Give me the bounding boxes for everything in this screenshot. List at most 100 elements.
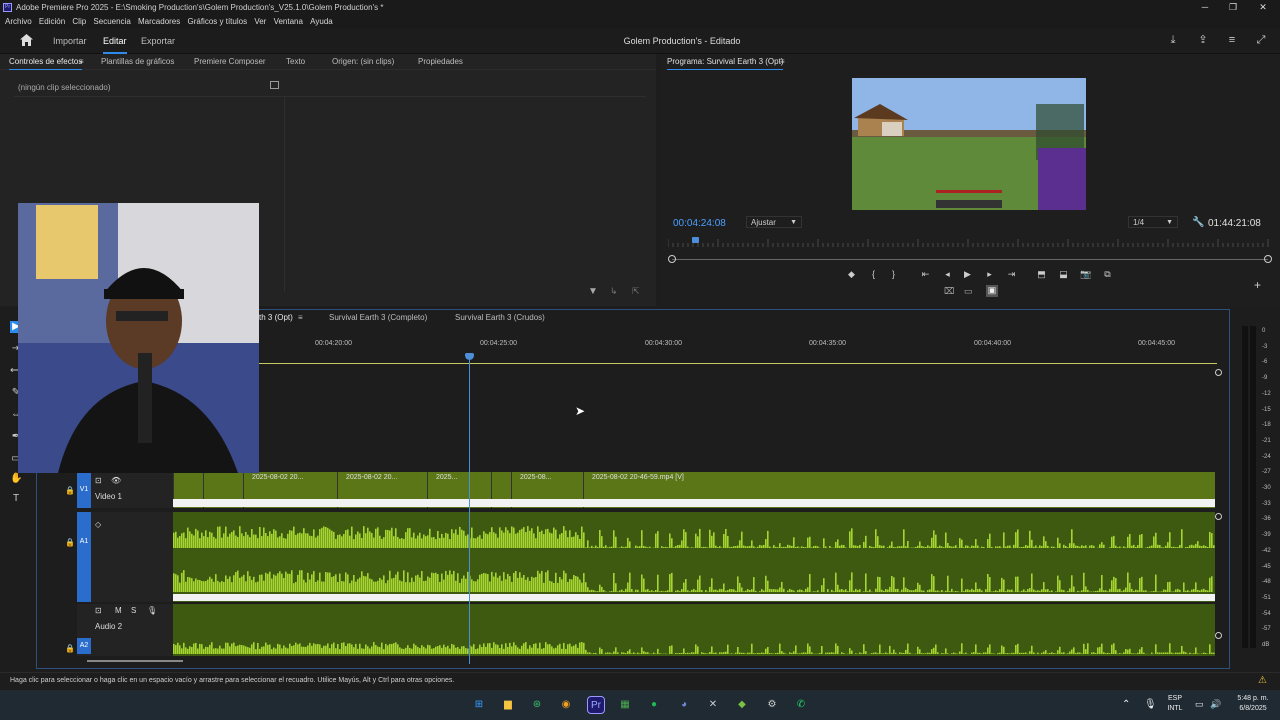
- tab-source[interactable]: Origen: (sin clips): [332, 57, 394, 66]
- mute-button[interactable]: M: [115, 606, 122, 615]
- menu-edicion[interactable]: Edición: [39, 15, 65, 28]
- program-scrub-bar[interactable]: [672, 259, 1268, 260]
- tab-properties[interactable]: Propiedades: [418, 57, 463, 66]
- extract-icon[interactable]: ⬓: [1058, 268, 1069, 280]
- track-target-v1[interactable]: V1: [77, 472, 91, 508]
- step-back-icon[interactable]: ◂: [942, 268, 953, 280]
- panel-menu-icon[interactable]: ≡: [79, 57, 84, 66]
- clock-time[interactable]: 5:48 p. m.: [1228, 695, 1278, 702]
- step-forward-icon[interactable]: ▸: [984, 268, 995, 280]
- program-time-ruler[interactable]: [668, 237, 1272, 249]
- chatgpt-icon[interactable]: ⊛: [528, 696, 546, 714]
- menu-clip[interactable]: Clip: [72, 15, 86, 28]
- tab-premiere-composer[interactable]: Premiere Composer: [194, 57, 266, 66]
- warning-icon[interactable]: ⚠: [1258, 675, 1267, 686]
- microphone-icon[interactable]: 🎙: [147, 606, 157, 615]
- mark-in-icon[interactable]: {: [868, 268, 879, 280]
- keyframe-nav-icon[interactable]: ◇: [95, 520, 101, 529]
- play-icon[interactable]: ▶: [962, 268, 973, 280]
- keyboard-layout[interactable]: INTL: [1166, 705, 1184, 712]
- eye-icon[interactable]: 👁: [111, 476, 121, 485]
- timeline-ruler[interactable]: 00:04:20:00 00:04:25:00 00:04:30:00 00:0…: [259, 340, 1219, 364]
- current-timecode[interactable]: 00:04:24:08: [673, 218, 726, 229]
- scrub-start-handle[interactable]: [668, 255, 676, 263]
- steam-icon[interactable]: ⚙: [763, 696, 781, 714]
- program-monitor-title[interactable]: Programa: Survival Earth 3 (Opt): [667, 57, 784, 70]
- go-to-out-icon[interactable]: ⇥: [1006, 268, 1017, 280]
- tab-graphic-templates[interactable]: Plantillas de gráficos: [101, 57, 174, 66]
- track-target-a1[interactable]: A1: [77, 512, 91, 602]
- discord-icon[interactable]: ◕: [675, 696, 693, 714]
- hand-tool-icon[interactable]: ✋: [10, 473, 22, 485]
- minecraft-icon[interactable]: ▦: [616, 696, 634, 714]
- tray-chevron-icon[interactable]: ⌃: [1122, 699, 1130, 710]
- resolution-select[interactable]: 1/4 ▼: [1128, 216, 1178, 228]
- scroll-handle[interactable]: [1215, 513, 1222, 520]
- toggle-proxies-icon[interactable]: ▭: [964, 286, 973, 297]
- scroll-handle[interactable]: [1215, 369, 1222, 376]
- workspaces-menu-icon[interactable]: ≡: [1226, 34, 1238, 46]
- file-explorer-icon[interactable]: ▆: [499, 696, 517, 714]
- sequence-tab-menu-icon[interactable]: ≡: [298, 313, 303, 322]
- quick-export-icon[interactable]: ⤓: [1167, 34, 1179, 46]
- comparison-icon[interactable]: ⧉: [1102, 268, 1113, 280]
- tab-sequence-opt-visible[interactable]: th 3 (Opt): [259, 313, 293, 322]
- tab-effect-controls[interactable]: Controles de efectos: [9, 57, 83, 70]
- collapse-icon[interactable]: [270, 81, 279, 89]
- menu-graficos[interactable]: Gráficos y títulos: [188, 15, 248, 28]
- track-header-a1[interactable]: 🔒 A1 ◇: [65, 512, 173, 602]
- menu-marcadores[interactable]: Marcadores: [138, 15, 180, 28]
- scroll-handle[interactable]: [1215, 632, 1222, 639]
- solo-button[interactable]: S: [131, 606, 136, 615]
- vr-video-icon[interactable]: ▣: [986, 285, 998, 297]
- tab-text[interactable]: Texto: [286, 57, 305, 66]
- windows-start-icon[interactable]: ⊞: [470, 696, 488, 714]
- menu-archivo[interactable]: Archivo: [5, 15, 32, 28]
- safe-margins-icon[interactable]: ⌧: [944, 286, 954, 297]
- menu-ver[interactable]: Ver: [254, 15, 266, 28]
- lock-icon[interactable]: 🔒: [65, 486, 75, 495]
- lift-icon[interactable]: ⬒: [1036, 268, 1047, 280]
- clock-date[interactable]: 6/8/2025: [1228, 705, 1278, 712]
- track-header-v1[interactable]: 🔒 V1 ⊡ 👁 Video 1: [65, 472, 173, 508]
- tray-mic-icon[interactable]: 🎙: [1144, 699, 1157, 710]
- zoom-select[interactable]: Ajustar ▼: [746, 216, 802, 228]
- close-icon[interactable]: ✕: [1248, 0, 1278, 15]
- track-target-a2[interactable]: A2: [77, 638, 91, 654]
- fullscreen-icon[interactable]: ⤢: [1255, 34, 1267, 46]
- tab-sequence-completo[interactable]: Survival Earth 3 (Completo): [329, 313, 427, 322]
- remove-effects-icon[interactable]: ⇱: [632, 286, 640, 297]
- volume-icon[interactable]: 🔊: [1210, 699, 1221, 710]
- timeline-playhead-line[interactable]: [469, 354, 470, 664]
- filter-icon[interactable]: ▼: [588, 286, 598, 297]
- scrub-end-handle[interactable]: [1264, 255, 1272, 263]
- restore-icon[interactable]: ❐: [1218, 0, 1248, 15]
- lock-icon[interactable]: 🔒: [65, 644, 75, 653]
- add-button-icon[interactable]: +: [1254, 278, 1261, 292]
- minimize-icon[interactable]: ─: [1190, 0, 1220, 15]
- spotify-icon[interactable]: ●: [645, 696, 663, 714]
- mark-out-icon[interactable]: }: [888, 268, 899, 280]
- program-menu-icon[interactable]: ≡: [780, 57, 785, 66]
- display-icon[interactable]: ▭: [1195, 699, 1204, 710]
- camera-icon[interactable]: 📷: [1080, 268, 1091, 280]
- marker-icon[interactable]: ◆: [846, 268, 857, 280]
- premiere-taskbar-icon[interactable]: Pr: [587, 696, 605, 714]
- work-area-bar[interactable]: [259, 363, 1217, 364]
- tab-sequence-crudos[interactable]: Survival Earth 3 (Crudos): [455, 313, 545, 322]
- horizontal-zoom-bar[interactable]: [87, 660, 183, 662]
- lock-icon[interactable]: 🔒: [65, 538, 75, 547]
- menu-ayuda[interactable]: Ayuda: [310, 15, 333, 28]
- type-tool-icon[interactable]: T: [10, 493, 22, 505]
- export-effect-icon[interactable]: ↳: [610, 286, 618, 297]
- app-icon[interactable]: ✕: [704, 696, 722, 714]
- chrome-icon[interactable]: ◉: [557, 696, 575, 714]
- language-indicator[interactable]: ESP: [1166, 695, 1184, 702]
- track-header-a2[interactable]: 🔒 A2 ⊡ M S 🎙 Audio 2: [65, 604, 173, 656]
- menu-secuencia[interactable]: Secuencia: [93, 15, 130, 28]
- program-playhead[interactable]: [692, 237, 700, 243]
- go-to-in-icon[interactable]: ⇤: [920, 268, 931, 280]
- toggle-sync-icon[interactable]: ⊡: [95, 476, 102, 485]
- toggle-sync-icon[interactable]: ⊡: [95, 606, 102, 615]
- menu-ventana[interactable]: Ventana: [274, 15, 303, 28]
